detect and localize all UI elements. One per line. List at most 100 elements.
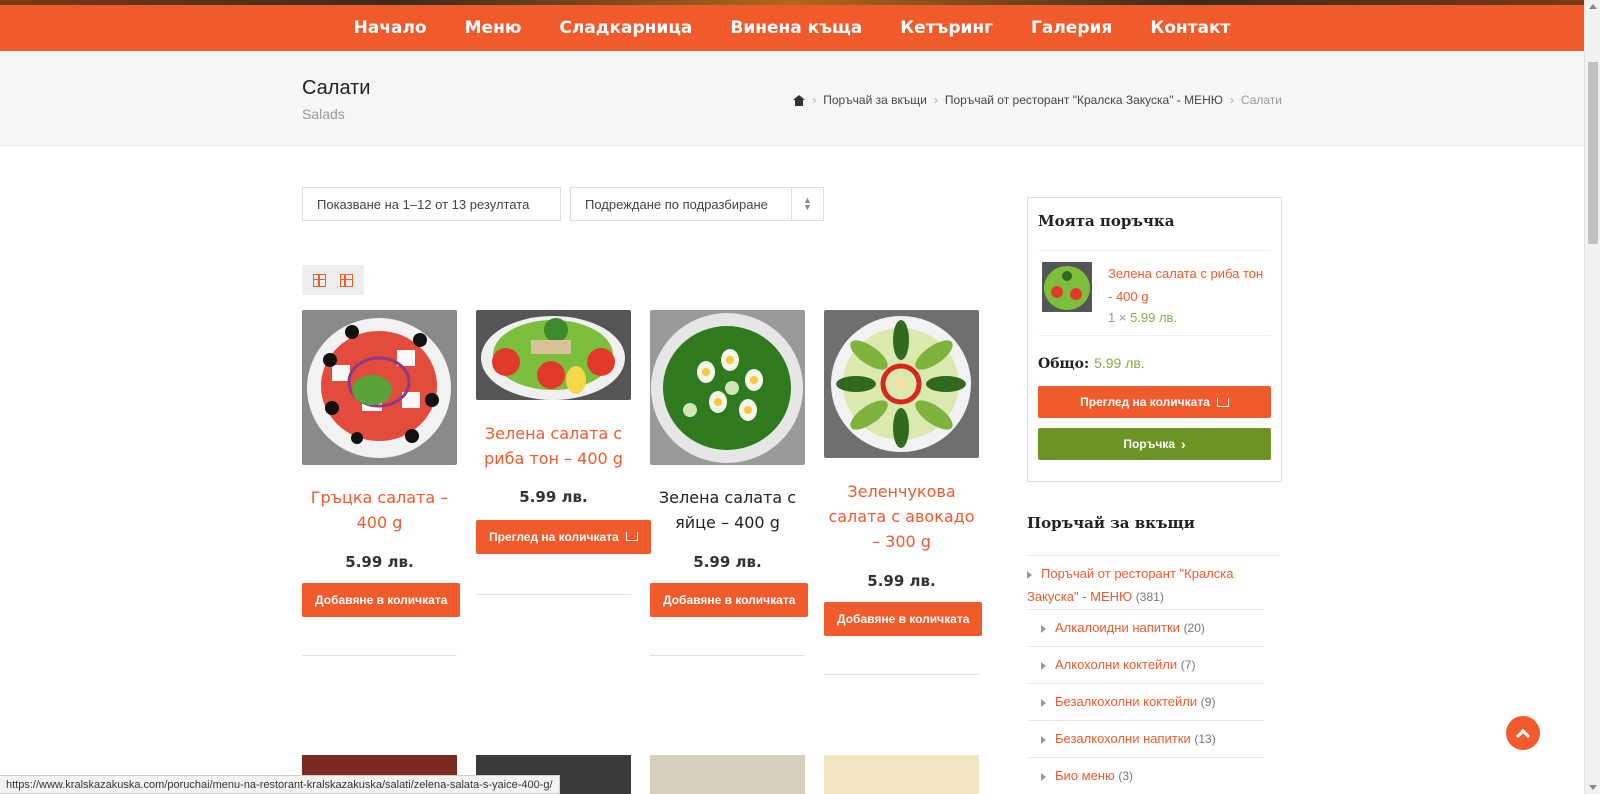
view-cart-button[interactable]: Преглед на количката — [1038, 386, 1271, 418]
divider — [1028, 757, 1264, 758]
category-count: (7) — [1180, 658, 1196, 672]
result-count: Показване на 1–12 от 13 резултата — [302, 187, 561, 221]
category-item[interactable]: Алкалоидни напитки (20) — [1041, 620, 1262, 635]
divider — [1028, 720, 1264, 721]
category-name[interactable]: Алкалоидни напитки — [1055, 620, 1180, 635]
breadcrumb: › Поръчай за вкъщи › Поръчай от ресторан… — [793, 93, 1282, 107]
product-price: 5.99 лв. — [345, 553, 414, 571]
cart-total: Общо: 5.99 лв. — [1038, 355, 1145, 372]
divider — [302, 655, 457, 656]
grid-view-icon[interactable] — [313, 273, 326, 287]
caret-right-icon — [1041, 772, 1046, 781]
product-price: 5.99 лв. — [867, 572, 936, 590]
product-image[interactable] — [650, 755, 805, 794]
breadcrumb-link-menu[interactable]: Поръчай от ресторант "Кралска Закуска" -… — [945, 93, 1223, 107]
category-item[interactable]: Безалкохолни коктейли (9) — [1041, 694, 1262, 709]
checkout-label: Поръчка — [1123, 437, 1175, 451]
category-item[interactable]: Био меню (3) — [1041, 768, 1262, 783]
cart-widget: Моята поръчка Зелена салата с риба тон -… — [1027, 197, 1282, 482]
category-name[interactable]: Безалкохолни напитки — [1055, 731, 1191, 746]
product-price: 5.99 лв. — [693, 553, 762, 571]
nav-catering[interactable]: Кетъринг — [900, 18, 993, 38]
product-image[interactable] — [302, 310, 457, 465]
cart-item-thumbnail[interactable] — [1042, 262, 1092, 312]
sort-select-value: Подреждане по подразбиране — [585, 196, 768, 212]
product-image[interactable] — [476, 310, 631, 400]
nav-gallery[interactable]: Галерия — [1031, 18, 1112, 38]
product-image[interactable] — [824, 755, 979, 794]
page-scrollbar[interactable] — [1584, 0, 1600, 794]
category-name[interactable]: Безалкохолни коктейли — [1055, 694, 1197, 709]
cart-item-qty-label: 1 × — [1108, 310, 1127, 325]
divider — [1038, 335, 1271, 336]
breadcrumb-separator: › — [933, 93, 938, 107]
page-title: Салати — [302, 77, 371, 99]
cart-icon — [625, 532, 638, 541]
add-to-cart-button[interactable]: Добавяне в количката — [650, 583, 809, 617]
category-count: (9) — [1200, 695, 1216, 709]
product-image[interactable] — [824, 310, 979, 458]
page-title-bar: Салати Salads › Поръчай за вкъщи › Поръч… — [0, 51, 1584, 146]
breadcrumb-current: Салати — [1240, 93, 1282, 107]
breadcrumb-link-order-home[interactable]: Поръчай за вкъщи — [823, 93, 927, 107]
nav-wine-house[interactable]: Винена къща — [730, 18, 862, 38]
product-name[interactable]: Зелена салата с яйце – 400 g — [650, 485, 805, 535]
scrollbar-thumb[interactable] — [1588, 62, 1598, 244]
view-cart-button[interactable]: Преглед на количката — [476, 520, 651, 554]
product-card: Гръцка салата – 400 g 5.99 лв. Добавяне … — [302, 310, 461, 656]
sort-arrows-icon: ▲ ▼ — [791, 188, 823, 220]
view-cart-label: Преглед на количката — [1080, 395, 1210, 409]
category-item[interactable]: Алкохолни коктейли (7) — [1041, 657, 1262, 672]
category-name[interactable]: Био меню — [1055, 768, 1115, 783]
add-to-cart-button[interactable]: Добавяне в количката — [302, 583, 461, 617]
scroll-up-icon[interactable] — [1589, 4, 1597, 9]
product-name[interactable]: Зелена салата с риба тон – 400 g — [476, 421, 631, 471]
category-parent[interactable]: Поръчай от ресторант "Кралска Закуска" -… — [1027, 562, 1277, 609]
divider — [1028, 683, 1264, 684]
product-card: Зелена салата с яйце – 400 g 5.99 лв. До… — [650, 310, 809, 656]
category-name[interactable]: Алкохолни коктейли — [1055, 657, 1177, 672]
nav-contact[interactable]: Контакт — [1150, 18, 1230, 38]
list-view-icon[interactable] — [340, 273, 353, 287]
divider — [1028, 609, 1264, 610]
page-subtitle: Salads — [302, 106, 345, 122]
cart-item-price: 5.99 лв. — [1130, 310, 1178, 325]
category-name[interactable]: Поръчай от ресторант "Кралска Закуска" -… — [1027, 566, 1233, 604]
caret-right-icon — [1041, 624, 1046, 633]
category-count: (381) — [1135, 590, 1164, 604]
product-image[interactable] — [650, 310, 805, 465]
divider — [1028, 646, 1264, 647]
categories-title: Поръчай за вкъщи — [1027, 514, 1195, 532]
scroll-down-icon[interactable] — [1589, 785, 1597, 790]
divider — [1027, 555, 1280, 556]
caret-right-icon — [1041, 735, 1046, 744]
view-cart-label: Преглед на количката — [489, 530, 619, 544]
product-price: 5.99 лв. — [519, 488, 588, 506]
cart-item-name[interactable]: Зелена салата с риба тон - 400 g — [1108, 262, 1268, 308]
divider — [1038, 250, 1271, 251]
checkout-button[interactable]: Поръчка › — [1038, 428, 1271, 460]
category-count: (20) — [1183, 621, 1205, 635]
nav-home[interactable]: Начало — [354, 18, 427, 38]
cart-total-label: Общо: — [1038, 356, 1090, 372]
chevron-right-icon: › — [1181, 436, 1186, 452]
divider — [650, 655, 805, 656]
status-bar-url: https://www.kralskazakuska.com/poruchai/… — [0, 775, 560, 794]
category-count: (3) — [1118, 769, 1134, 783]
category-item[interactable]: Безалкохолни напитки (13) — [1041, 731, 1262, 746]
product-name[interactable]: Зеленчукова салата с авокадо – 300 g — [824, 479, 979, 554]
product-name[interactable]: Гръцка салата – 400 g — [302, 485, 457, 535]
sort-select[interactable]: Подреждане по подразбиране ▲ ▼ — [570, 187, 824, 221]
breadcrumb-separator: › — [812, 93, 817, 107]
product-card: Зеленчукова салата с авокадо – 300 g 5.9… — [824, 310, 983, 675]
product-card: Зелена салата с риба тон – 400 g 5.99 лв… — [476, 310, 651, 595]
nav-pastry[interactable]: Сладкарница — [559, 18, 692, 38]
home-icon[interactable] — [793, 94, 806, 106]
divider — [476, 594, 631, 595]
nav-menu[interactable]: Меню — [465, 18, 522, 38]
scroll-to-top-button[interactable] — [1506, 716, 1540, 750]
caret-right-icon — [1027, 570, 1032, 579]
add-to-cart-button[interactable]: Добавяне в количката — [824, 602, 983, 636]
main-nav: Начало Меню Сладкарница Винена къща Кетъ… — [0, 5, 1584, 51]
caret-right-icon — [1041, 698, 1046, 707]
